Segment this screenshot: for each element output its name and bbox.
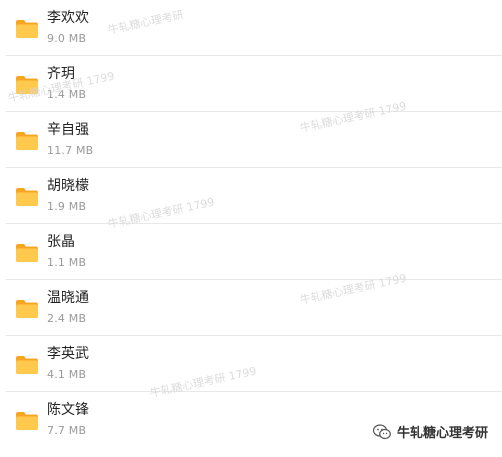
folder-size: 1.1 MB [47,256,87,269]
wechat-icon [372,423,391,439]
folder-icon [16,300,38,318]
folder-icon [16,132,38,150]
brand-badge: 牛轧糖心理考研 [372,422,488,441]
folder-size: 7.7 MB [47,424,87,437]
folder-icon [16,188,38,206]
folder-size: 1.9 MB [47,200,87,213]
folder-row[interactable]: 胡晓檬 1.9 MB [0,168,502,224]
folder-name: 李英武 [47,346,89,362]
folder-size: 2.4 MB [47,312,87,325]
folder-row[interactable]: 辛自强 11.7 MB [0,112,502,168]
folder-name: 陈文锋 [47,402,89,418]
folder-name: 温晓通 [47,290,89,306]
folder-size: 9.0 MB [47,32,87,45]
folder-name: 辛自强 [47,122,89,138]
folder-row[interactable]: 温晓通 2.4 MB [0,280,502,336]
folder-row[interactable]: 张晶 1.1 MB [0,224,502,280]
folder-icon [16,244,38,262]
file-list: 李欢欢 9.0 MB 齐玥 1.4 MB 辛自强 11.7 MB 胡晓檬 1.9… [0,0,502,457]
folder-name: 张晶 [47,234,75,250]
folder-icon [16,20,38,38]
folder-icon [16,412,38,430]
folder-row[interactable]: 李欢欢 9.0 MB [0,0,502,56]
folder-name: 胡晓檬 [47,178,89,194]
folder-name: 李欢欢 [47,10,89,26]
folder-size: 4.1 MB [47,368,87,381]
folder-size: 11.7 MB [47,144,94,157]
brand-label: 牛轧糖心理考研 [396,426,488,441]
folder-icon [16,356,38,374]
